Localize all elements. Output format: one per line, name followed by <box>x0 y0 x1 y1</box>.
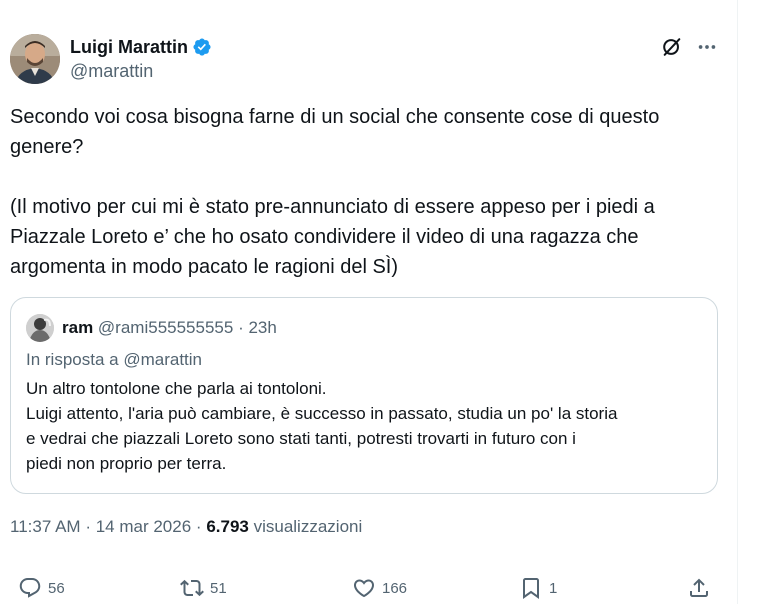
author-handle[interactable]: @marattin <box>70 61 212 82</box>
repost-icon <box>180 579 204 597</box>
reply-icon <box>19 578 41 598</box>
more-button[interactable] <box>694 34 720 60</box>
tweet-text: Secondo voi cosa bisogna farne di un soc… <box>10 102 728 282</box>
repost-count: 51 <box>210 579 227 597</box>
quote-author-name[interactable]: ram <box>62 318 93 337</box>
quote-line: e vedrai che piazzali Loreto sono stati … <box>26 429 576 448</box>
tweet-detail: Luigi Marattin @marattin Secondo voi cos… <box>0 0 737 604</box>
tweet-date[interactable]: 14 mar 2026 <box>96 517 191 536</box>
quote-line: Un altro tontolone che parla ai tontolon… <box>26 379 327 398</box>
like-button[interactable]: 166 <box>352 576 407 600</box>
meta-separator: · <box>85 517 91 536</box>
like-icon <box>353 579 375 598</box>
share-icon <box>690 578 708 597</box>
column-border <box>737 0 738 604</box>
repost-button[interactable]: 51 <box>180 576 227 600</box>
share-button[interactable] <box>687 576 711 600</box>
quote-text: Un altro tontolone che parla ai tontolon… <box>26 376 706 476</box>
tweet-line: genere? <box>10 136 84 158</box>
bookmark-count: 1 <box>549 579 558 597</box>
quoted-tweet[interactable]: ram @rami555555555 · 23h In risposta a @… <box>10 297 718 494</box>
reply-count: 56 <box>48 579 65 597</box>
grok-icon <box>663 38 681 56</box>
quote-header: ram @rami555555555 · 23h <box>62 317 277 339</box>
quote-avatar[interactable] <box>26 314 54 342</box>
tweet-line: Secondo voi cosa bisogna farne di un soc… <box>10 106 660 128</box>
verified-badge-icon[interactable] <box>192 37 212 57</box>
tweet-line: Piazzale Loreto e’ che ho osato condivid… <box>10 226 639 248</box>
more-icon <box>698 45 716 49</box>
quote-author-handle[interactable]: @rami555555555 <box>98 318 233 337</box>
grok-button[interactable] <box>659 34 685 60</box>
reply-button[interactable]: 56 <box>18 576 65 600</box>
bookmark-button[interactable]: 1 <box>519 576 557 600</box>
tweet-meta: 11:37 AM · 14 mar 2026 · 6.793 visualizz… <box>10 517 362 537</box>
author-avatar[interactable] <box>10 34 60 84</box>
author-name[interactable]: Luigi Marattin <box>70 37 188 58</box>
tweet-line: (Il motivo per cui mi è stato pre-annunc… <box>10 196 655 218</box>
meta-separator: · <box>195 517 202 536</box>
quote-reply-to: In risposta a @marattin <box>26 350 202 369</box>
quote-time[interactable]: 23h <box>248 318 276 337</box>
like-count: 166 <box>382 579 408 597</box>
action-bar: 56 51 166 1 <box>0 576 737 604</box>
views-count: 6.793 <box>206 517 249 536</box>
author-block: Luigi Marattin @marattin <box>70 36 212 82</box>
bookmark-icon <box>523 578 539 599</box>
tweet-time[interactable]: 11:37 AM <box>10 517 81 536</box>
tweet-line: argomenta in modo pacato le ragioni del … <box>10 256 399 278</box>
views-label: visualizzazioni <box>253 517 363 536</box>
quote-separator: · <box>238 318 244 337</box>
quote-line: Luigi attento, l'aria può cambiare, è su… <box>26 404 618 423</box>
quote-line: piedi non proprio per terra. <box>26 454 227 473</box>
